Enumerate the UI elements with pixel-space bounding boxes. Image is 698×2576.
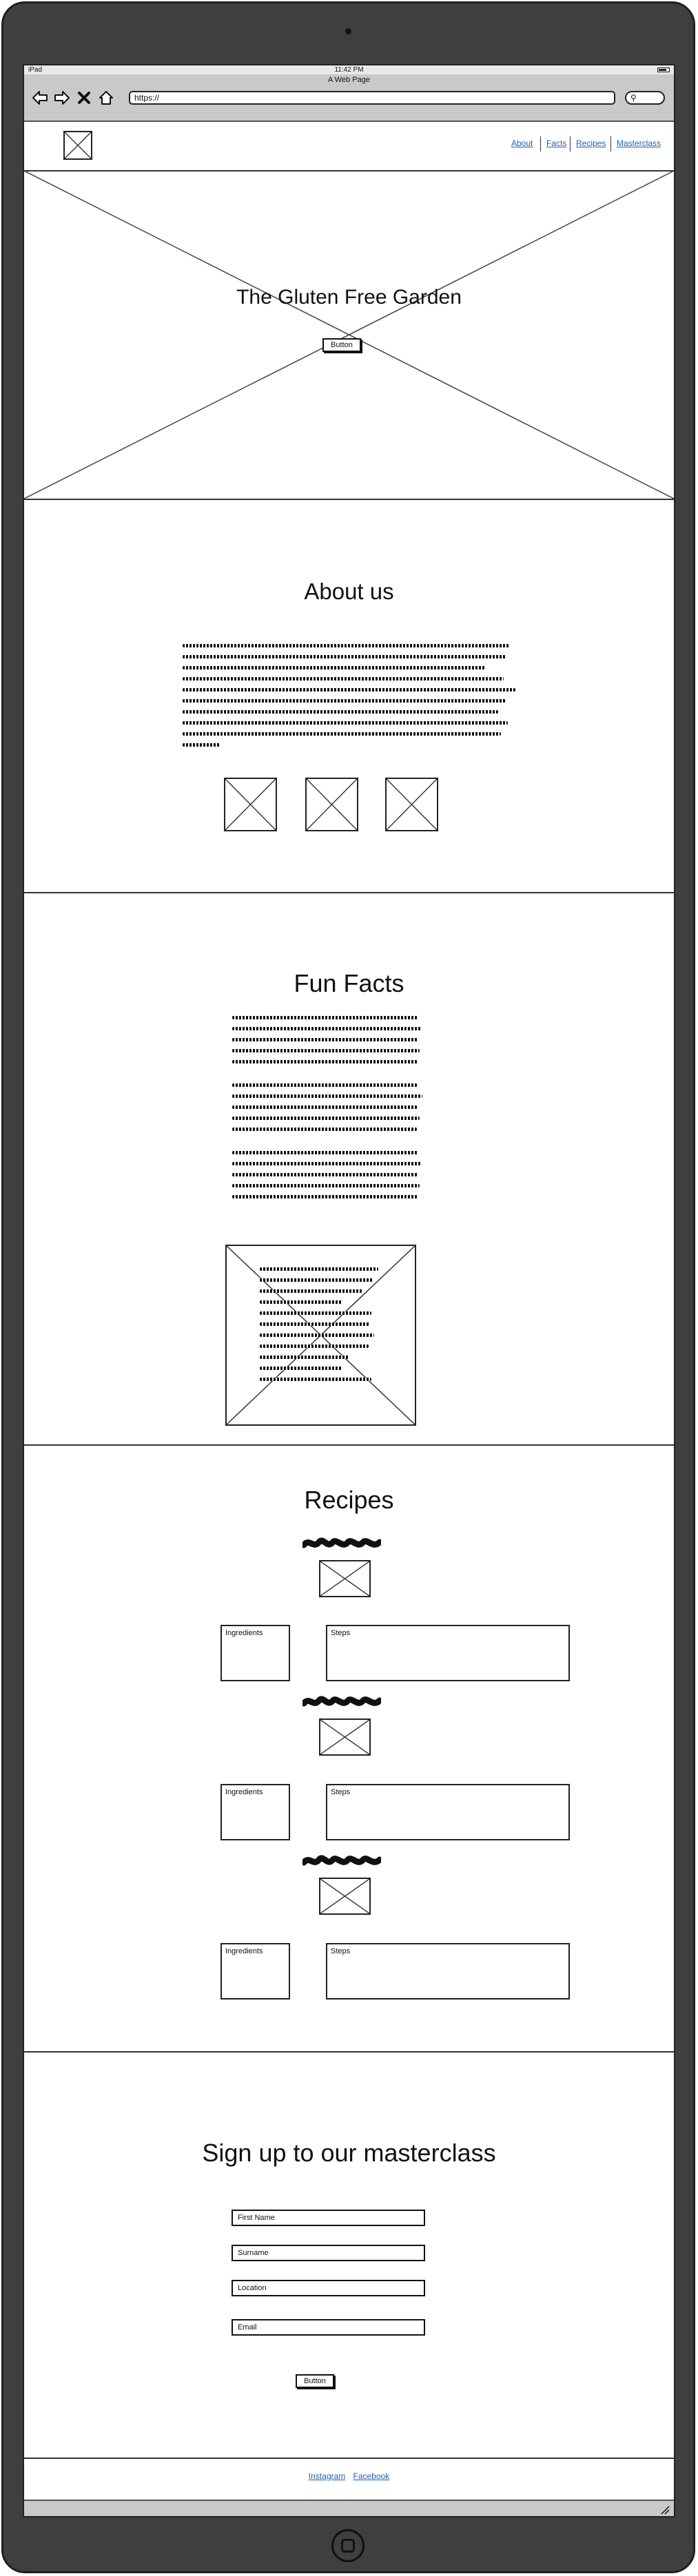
search-field[interactable]: ⚲ [625,91,665,105]
battery-icon [657,67,670,72]
nav-divider [570,136,571,152]
hero-title: The Gluten Free Garden [236,286,462,309]
section-divider [24,499,674,500]
close-icon[interactable] [75,89,93,107]
screen: iPad 11:42 PM A Web Page https:// ⚲ Abou… [23,64,675,2517]
ingredients-box: Ingredients [220,1943,290,1999]
nav-divider [610,136,611,152]
about-image-placeholder [305,778,358,831]
home-icon[interactable] [97,89,115,107]
about-image-placeholder [385,778,438,831]
steps-box: Steps [326,1784,570,1840]
section-divider [24,2051,674,2053]
browser-bottom-bar [24,2500,674,2516]
about-text-placeholder [183,644,520,747]
section-divider [24,2458,674,2459]
back-arrow-icon[interactable] [31,89,49,107]
about-title: About us [304,579,394,604]
main-nav: About Facts Recipes Masterclass [465,136,672,152]
facts-overlay-text-placeholder [260,1267,384,1391]
hero-button[interactable]: Button [322,338,361,352]
tablet-device: iPad 11:42 PM A Web Page https:// ⚲ Abou… [0,0,698,2576]
signup-button[interactable]: Button [296,2374,334,2388]
home-button[interactable] [331,2529,365,2562]
search-icon: ⚲ [630,93,637,103]
recipe-title-placeholder [302,1855,381,1866]
browser-toolbar: A Web Page https:// ⚲ [24,74,674,122]
first-name-field[interactable]: First Name [232,2210,425,2226]
recipes-title: Recipes [304,1486,394,1514]
section-divider [24,1444,674,1446]
forward-arrow-icon[interactable] [53,89,71,107]
browser-title: A Web Page [328,76,370,84]
nav-link-about[interactable]: About [511,138,533,148]
section-divider [24,892,674,893]
nav-divider [540,136,541,152]
ingredients-box: Ingredients [220,1784,290,1840]
location-field[interactable]: Location [232,2280,425,2296]
about-image-placeholder [224,778,277,831]
recipe-title-placeholder [302,1696,381,1707]
instagram-link[interactable]: Instagram [309,2471,345,2481]
email-field[interactable]: Email [232,2319,425,2336]
surname-field[interactable]: Surname [232,2245,425,2261]
nav-link-recipes[interactable]: Recipes [576,138,606,148]
nav-link-masterclass[interactable]: Masterclass [617,138,661,148]
nav-link-facts[interactable]: Facts [546,138,566,148]
recipe-image-placeholder [319,1878,371,1915]
logo-placeholder [63,131,92,160]
recipe-image-placeholder [319,1718,371,1756]
status-bar: iPad 11:42 PM [24,65,674,75]
footer: Instagram Facebook [24,2471,674,2481]
steps-box: Steps [326,1625,570,1681]
hero-image-placeholder [24,171,674,499]
resize-grip-icon[interactable] [660,2505,670,2515]
camera-icon [345,28,351,34]
facts-text-placeholder [232,1016,432,1223]
recipe-image-placeholder [319,1560,371,1597]
facts-title: Fun Facts [294,969,404,997]
signup-title: Sign up to our masterclass [202,2139,496,2167]
facebook-link[interactable]: Facebook [353,2471,390,2481]
steps-box: Steps [326,1943,570,1999]
recipe-title-placeholder [302,1537,381,1548]
ingredients-box: Ingredients [220,1625,290,1681]
url-input[interactable]: https:// [129,91,615,105]
status-time: 11:42 PM [334,66,364,74]
